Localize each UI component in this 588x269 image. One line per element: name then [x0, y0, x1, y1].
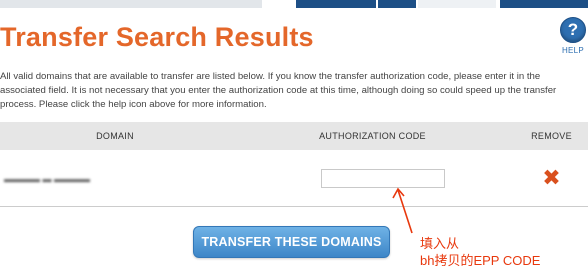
column-header-domain: DOMAIN [0, 122, 230, 150]
results-table: DOMAIN AUTHORIZATION CODE REMOVE ▬▬▬▬ ▬ … [0, 122, 588, 207]
transfer-domains-button[interactable]: TRANSFER THESE DOMAINS [193, 226, 390, 258]
help-button[interactable]: ? HELP [559, 17, 587, 55]
help-label[interactable]: HELP [559, 46, 587, 55]
column-header-authorization-code: AUTHORIZATION CODE [230, 122, 515, 150]
intro-text: All valid domains that are available to … [0, 71, 557, 110]
page-title: Transfer Search Results [0, 22, 314, 52]
table-row: ▬▬▬▬ ▬ ▬▬▬▬ ✖ [0, 150, 588, 207]
annotation-line-2: bh拷贝的EPP CODE [420, 253, 541, 268]
domain-cell: ▬▬▬▬ ▬ ▬▬▬▬ [0, 150, 230, 207]
nav-tab[interactable] [296, 0, 376, 8]
nav-tab[interactable] [500, 0, 588, 8]
annotation-line-1: 填入从 [420, 236, 460, 251]
nav-tab[interactable] [418, 0, 496, 8]
domain-name: ▬▬▬▬ ▬ ▬▬▬▬ [4, 174, 91, 184]
remove-icon[interactable]: ✖ [542, 166, 560, 189]
auth-code-cell [230, 150, 515, 207]
nav-tab[interactable] [378, 0, 416, 8]
help-icon[interactable]: ? [560, 17, 586, 43]
nav-tab[interactable] [0, 0, 262, 8]
table-header-row: DOMAIN AUTHORIZATION CODE REMOVE [0, 122, 588, 150]
top-nav-strip [0, 0, 588, 8]
column-header-remove: REMOVE [515, 122, 588, 150]
authorization-code-input[interactable] [320, 168, 445, 188]
remove-cell: ✖ [515, 150, 588, 207]
